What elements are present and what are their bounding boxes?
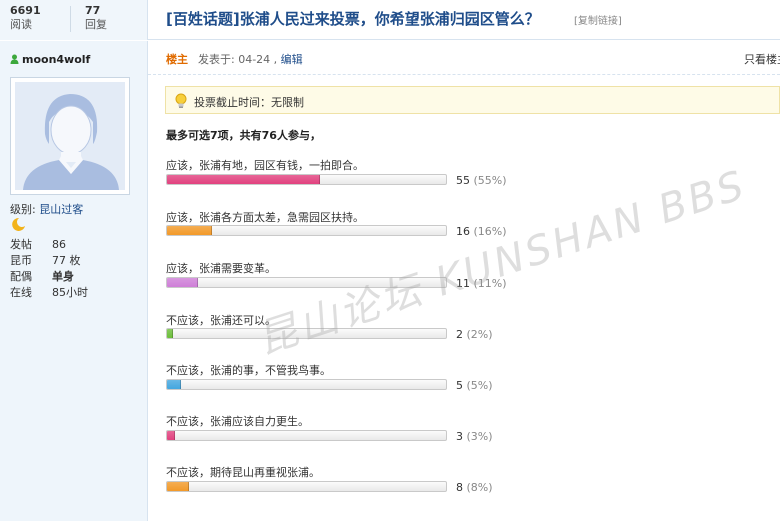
views-count: 6691 (10, 4, 41, 17)
info-row-online: 在线 85小时 (10, 285, 140, 301)
online-label: 在线 (10, 286, 32, 299)
post-header: 楼主 发表于: 04-24 , 编辑 只看楼主 (148, 41, 780, 75)
author-username[interactable]: moon4wolf (22, 53, 90, 66)
poll-bar (166, 277, 447, 288)
poll-bar (166, 174, 447, 185)
lightbulb-icon (175, 93, 187, 108)
poll-bar-fill (167, 482, 190, 491)
poll-option-label: 应该，张浦有地，园区有钱，一拍即合。 (166, 159, 364, 172)
vote-count: 55 (456, 174, 470, 187)
vote-count: 5 (456, 379, 463, 392)
online-value: 85小时 (52, 286, 88, 299)
poll-option-label: 不应该，期待昆山再重视张浦。 (166, 466, 320, 479)
poll-count: 5 (5%) (456, 379, 493, 392)
post-meta: 发表于: 04-24 , 编辑 (198, 51, 303, 67)
vote-count: 3 (456, 430, 463, 443)
copy-link-button[interactable]: [复制链接] (574, 12, 622, 27)
poll-bar-fill (167, 380, 181, 389)
posts-label: 发帖 (10, 238, 32, 251)
vote-count: 2 (456, 328, 463, 341)
vote-percent: (5%) (466, 379, 493, 392)
vote-percent: (11%) (473, 277, 507, 290)
post-date: 发表于: 04-24 , (198, 53, 278, 66)
poll-count: 16 (16%) (456, 225, 507, 238)
spouse-value: 单身 (52, 270, 74, 283)
poll-option-label: 不应该，张浦还可以。 (166, 314, 276, 327)
poll-count: 11 (11%) (456, 277, 507, 290)
replies-label: 回复 (85, 18, 107, 31)
vote-percent: (8%) (466, 481, 493, 494)
poll-bar-fill (167, 226, 212, 235)
poll-count: 55 (55%) (456, 174, 507, 187)
level-label: 级别: (10, 203, 36, 216)
default-avatar-icon (15, 82, 125, 190)
author-sidebar: moon4wolf 级别: 昆山过客 发帖 86 昆币 77 枚 配偶 单身 在… (0, 41, 148, 521)
replies-stat: 77 回复 (85, 4, 145, 32)
poll-bar (166, 328, 447, 339)
poll-deadline-notice: 投票截止时间：无限制 (165, 86, 780, 114)
poll-bar-fill (167, 278, 198, 287)
info-row-spouse: 配偶 单身 (10, 269, 140, 285)
poll-count: 2 (2%) (456, 328, 493, 341)
edit-link[interactable]: 编辑 (281, 53, 303, 66)
poll-option-label: 不应该，张浦应该自力更生。 (166, 415, 309, 428)
poll-deadline-text: 投票截止时间：无限制 (194, 96, 304, 109)
stats-divider (70, 6, 71, 32)
posts-value: 86 (52, 238, 66, 251)
level-link[interactable]: 昆山过客 (39, 203, 83, 216)
poll-option-label: 不应该，张浦的事，不管我鸟事。 (166, 364, 331, 377)
poll-bar-fill (167, 431, 176, 440)
vote-percent: (3%) (466, 430, 493, 443)
vote-percent: (16%) (473, 225, 507, 238)
poll-count: 8 (8%) (456, 481, 493, 494)
floor-label: 楼主 (166, 53, 188, 66)
poll-option-label: 应该，张浦需要变革。 (166, 262, 276, 275)
vote-percent: (55%) (473, 174, 507, 187)
online-user-icon (10, 54, 19, 64)
thread-title[interactable]: [百姓话题]张浦人民过来投票，你希望张浦归园区管么？ (166, 8, 540, 29)
vote-count: 8 (456, 481, 463, 494)
author-level: 级别: 昆山过客 (10, 201, 83, 217)
poll-bar (166, 430, 447, 441)
coins-label: 昆币 (10, 254, 32, 267)
avatar[interactable] (10, 77, 130, 195)
moon-rank-icon (12, 217, 25, 231)
views-stat: 6691 阅读 (10, 4, 70, 32)
only-author-link[interactable]: 只看楼主 (744, 51, 780, 67)
coins-value: 77 枚 (52, 254, 81, 267)
replies-count: 77 (85, 4, 101, 17)
poll-bar (166, 379, 447, 390)
info-row-coins: 昆币 77 枚 (10, 253, 140, 269)
poll-bar (166, 225, 447, 236)
vote-count: 11 (456, 277, 470, 290)
spouse-label: 配偶 (10, 270, 32, 283)
info-row-posts: 发帖 86 (10, 237, 140, 253)
poll-bar-fill (167, 175, 321, 184)
views-label: 阅读 (10, 18, 32, 31)
poll-option-label: 应该，张浦各方面太差，急需园区扶持。 (166, 211, 364, 224)
vote-percent: (2%) (466, 328, 493, 341)
vote-count: 16 (456, 225, 470, 238)
poll-bar (166, 481, 447, 492)
poll-summary: 最多可选7项，共有76人参与， (166, 129, 321, 142)
poll-bar-fill (167, 329, 173, 338)
author-info: 发帖 86 昆币 77 枚 配偶 单身 在线 85小时 (10, 237, 140, 301)
thread-header: 6691 阅读 77 回复 [百姓话题]张浦人民过来投票，你希望张浦归园区管么？… (0, 0, 780, 40)
thread-stats: 6691 阅读 77 回复 (0, 0, 148, 40)
poll-count: 3 (3%) (456, 430, 493, 443)
